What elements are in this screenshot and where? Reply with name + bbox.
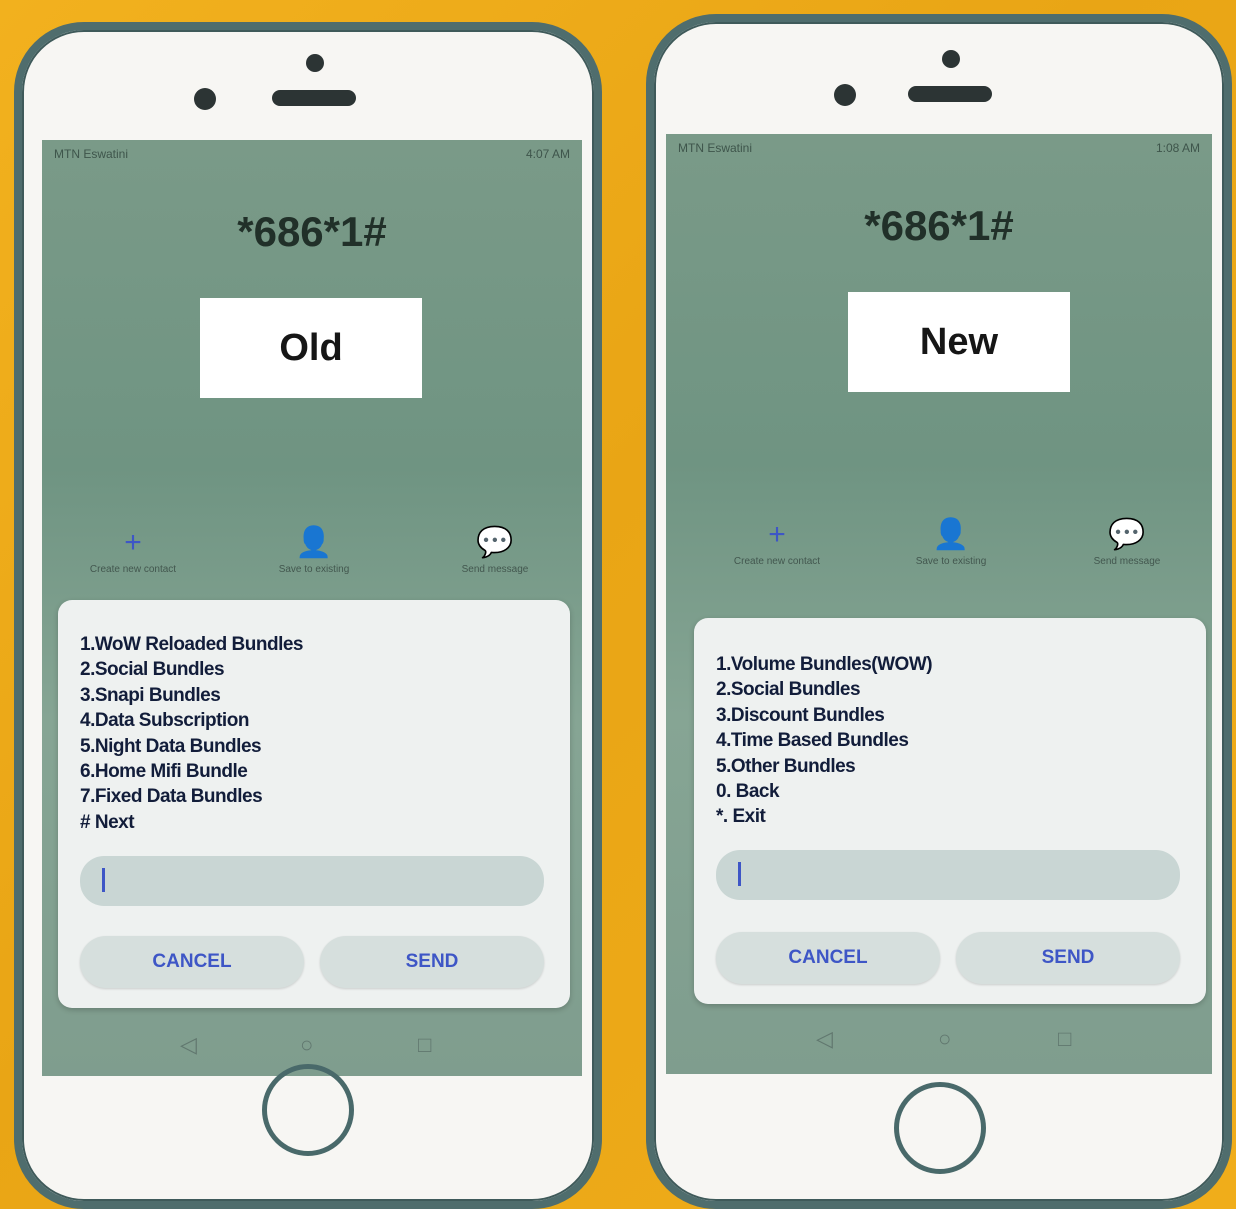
menu-item: 3.Snapi Bundles bbox=[80, 684, 221, 706]
status-bar: MTN Eswatini 1:08 AM bbox=[666, 134, 1212, 162]
ussd-menu: 1.Volume Bundles(WOW) 2.Social Bundles 3… bbox=[716, 652, 933, 830]
ussd-dialog: 1.Volume Bundles(WOW) 2.Social Bundles 3… bbox=[694, 618, 1206, 1004]
cancel-button[interactable]: CANCEL bbox=[80, 936, 304, 988]
ussd-menu: 1.WoW Reloaded Bundles 2.Social Bundles … bbox=[80, 632, 304, 835]
phone-old: MTN Eswatini 4:07 AM *686*1# Old + Creat… bbox=[14, 22, 602, 1209]
sensor-dot bbox=[942, 50, 960, 68]
menu-item: 5.Other Bundles bbox=[716, 755, 856, 777]
send-button[interactable]: SEND bbox=[320, 936, 544, 988]
person-icon: 👤 bbox=[932, 518, 970, 551]
menu-item: 1.Volume Bundles(WOW) bbox=[716, 654, 933, 675]
contact-actions: + Create new contact 👤 Save to existing … bbox=[666, 518, 1212, 588]
version-label: New bbox=[848, 292, 1070, 392]
screen: MTN Eswatini 4:07 AM *686*1# Old + Creat… bbox=[42, 140, 582, 1076]
message-icon: 💬 bbox=[476, 526, 514, 559]
home-nav-icon[interactable]: ○ bbox=[938, 1026, 951, 1052]
send-button[interactable]: SEND bbox=[956, 932, 1180, 984]
status-bar: MTN Eswatini 4:07 AM bbox=[42, 140, 582, 168]
create-contact-action[interactable]: + Create new contact bbox=[692, 518, 862, 567]
send-message-action[interactable]: 💬 Send message bbox=[410, 526, 580, 575]
menu-item: # Next bbox=[80, 811, 135, 833]
contact-actions: + Create new contact 👤 Save to existing … bbox=[42, 526, 582, 596]
carrier-label: MTN Eswatini bbox=[54, 147, 129, 161]
menu-item: 6.Home Mifi Bundle bbox=[80, 761, 248, 783]
menu-item: 5.Night Data Bundles bbox=[80, 735, 262, 757]
ussd-reply-input[interactable] bbox=[716, 850, 1180, 900]
screen: MTN Eswatini 1:08 AM *686*1# New + Creat… bbox=[666, 134, 1212, 1074]
create-contact-action[interactable]: + Create new contact bbox=[48, 526, 218, 575]
save-existing-action[interactable]: 👤 Save to existing bbox=[866, 518, 1036, 567]
ussd-dialog: 1.WoW Reloaded Bundles 2.Social Bundles … bbox=[58, 600, 570, 1008]
earpiece-speaker bbox=[908, 86, 992, 102]
plus-icon: + bbox=[124, 526, 142, 559]
carrier-label: MTN Eswatini bbox=[678, 141, 753, 155]
menu-item: 1.WoW Reloaded Bundles bbox=[80, 634, 304, 655]
recents-icon[interactable]: □ bbox=[418, 1032, 431, 1058]
front-camera bbox=[194, 88, 216, 110]
menu-item: 4.Data Subscription bbox=[80, 710, 249, 732]
home-button[interactable] bbox=[262, 1064, 354, 1156]
back-icon[interactable]: ◁ bbox=[816, 1026, 833, 1052]
menu-item: 2.Social Bundles bbox=[716, 679, 861, 701]
nav-bar: ◁ ○ □ bbox=[666, 1026, 1212, 1066]
save-existing-action[interactable]: 👤 Save to existing bbox=[229, 526, 399, 575]
text-cursor bbox=[102, 868, 105, 892]
send-message-action[interactable]: 💬 Send message bbox=[1042, 518, 1212, 567]
home-nav-icon[interactable]: ○ bbox=[300, 1032, 313, 1058]
sensor-dot bbox=[306, 54, 324, 72]
menu-item: 0. Back bbox=[716, 781, 780, 803]
clock: 1:08 AM bbox=[1155, 141, 1200, 155]
clock: 4:07 AM bbox=[525, 147, 570, 161]
menu-item: 7.Fixed Data Bundles bbox=[80, 786, 263, 808]
menu-item: 4.Time Based Bundles bbox=[716, 730, 909, 752]
phone-new: MTN Eswatini 1:08 AM *686*1# New + Creat… bbox=[646, 14, 1232, 1209]
person-icon: 👤 bbox=[295, 526, 333, 559]
home-button[interactable] bbox=[894, 1082, 986, 1174]
recents-icon[interactable]: □ bbox=[1058, 1026, 1071, 1052]
plus-icon: + bbox=[768, 518, 786, 551]
menu-item: 3.Discount Bundles bbox=[716, 704, 885, 726]
ussd-reply-input[interactable] bbox=[80, 856, 544, 906]
menu-item: *. Exit bbox=[716, 806, 766, 828]
menu-item: 2.Social Bundles bbox=[80, 659, 225, 681]
back-icon[interactable]: ◁ bbox=[180, 1032, 197, 1058]
text-cursor bbox=[738, 862, 741, 886]
earpiece-speaker bbox=[272, 90, 356, 106]
ussd-code: *686*1# bbox=[864, 202, 1014, 249]
ussd-code: *686*1# bbox=[237, 208, 387, 255]
message-icon: 💬 bbox=[1108, 518, 1146, 551]
cancel-button[interactable]: CANCEL bbox=[716, 932, 940, 984]
version-label: Old bbox=[200, 298, 422, 398]
front-camera bbox=[834, 84, 856, 106]
